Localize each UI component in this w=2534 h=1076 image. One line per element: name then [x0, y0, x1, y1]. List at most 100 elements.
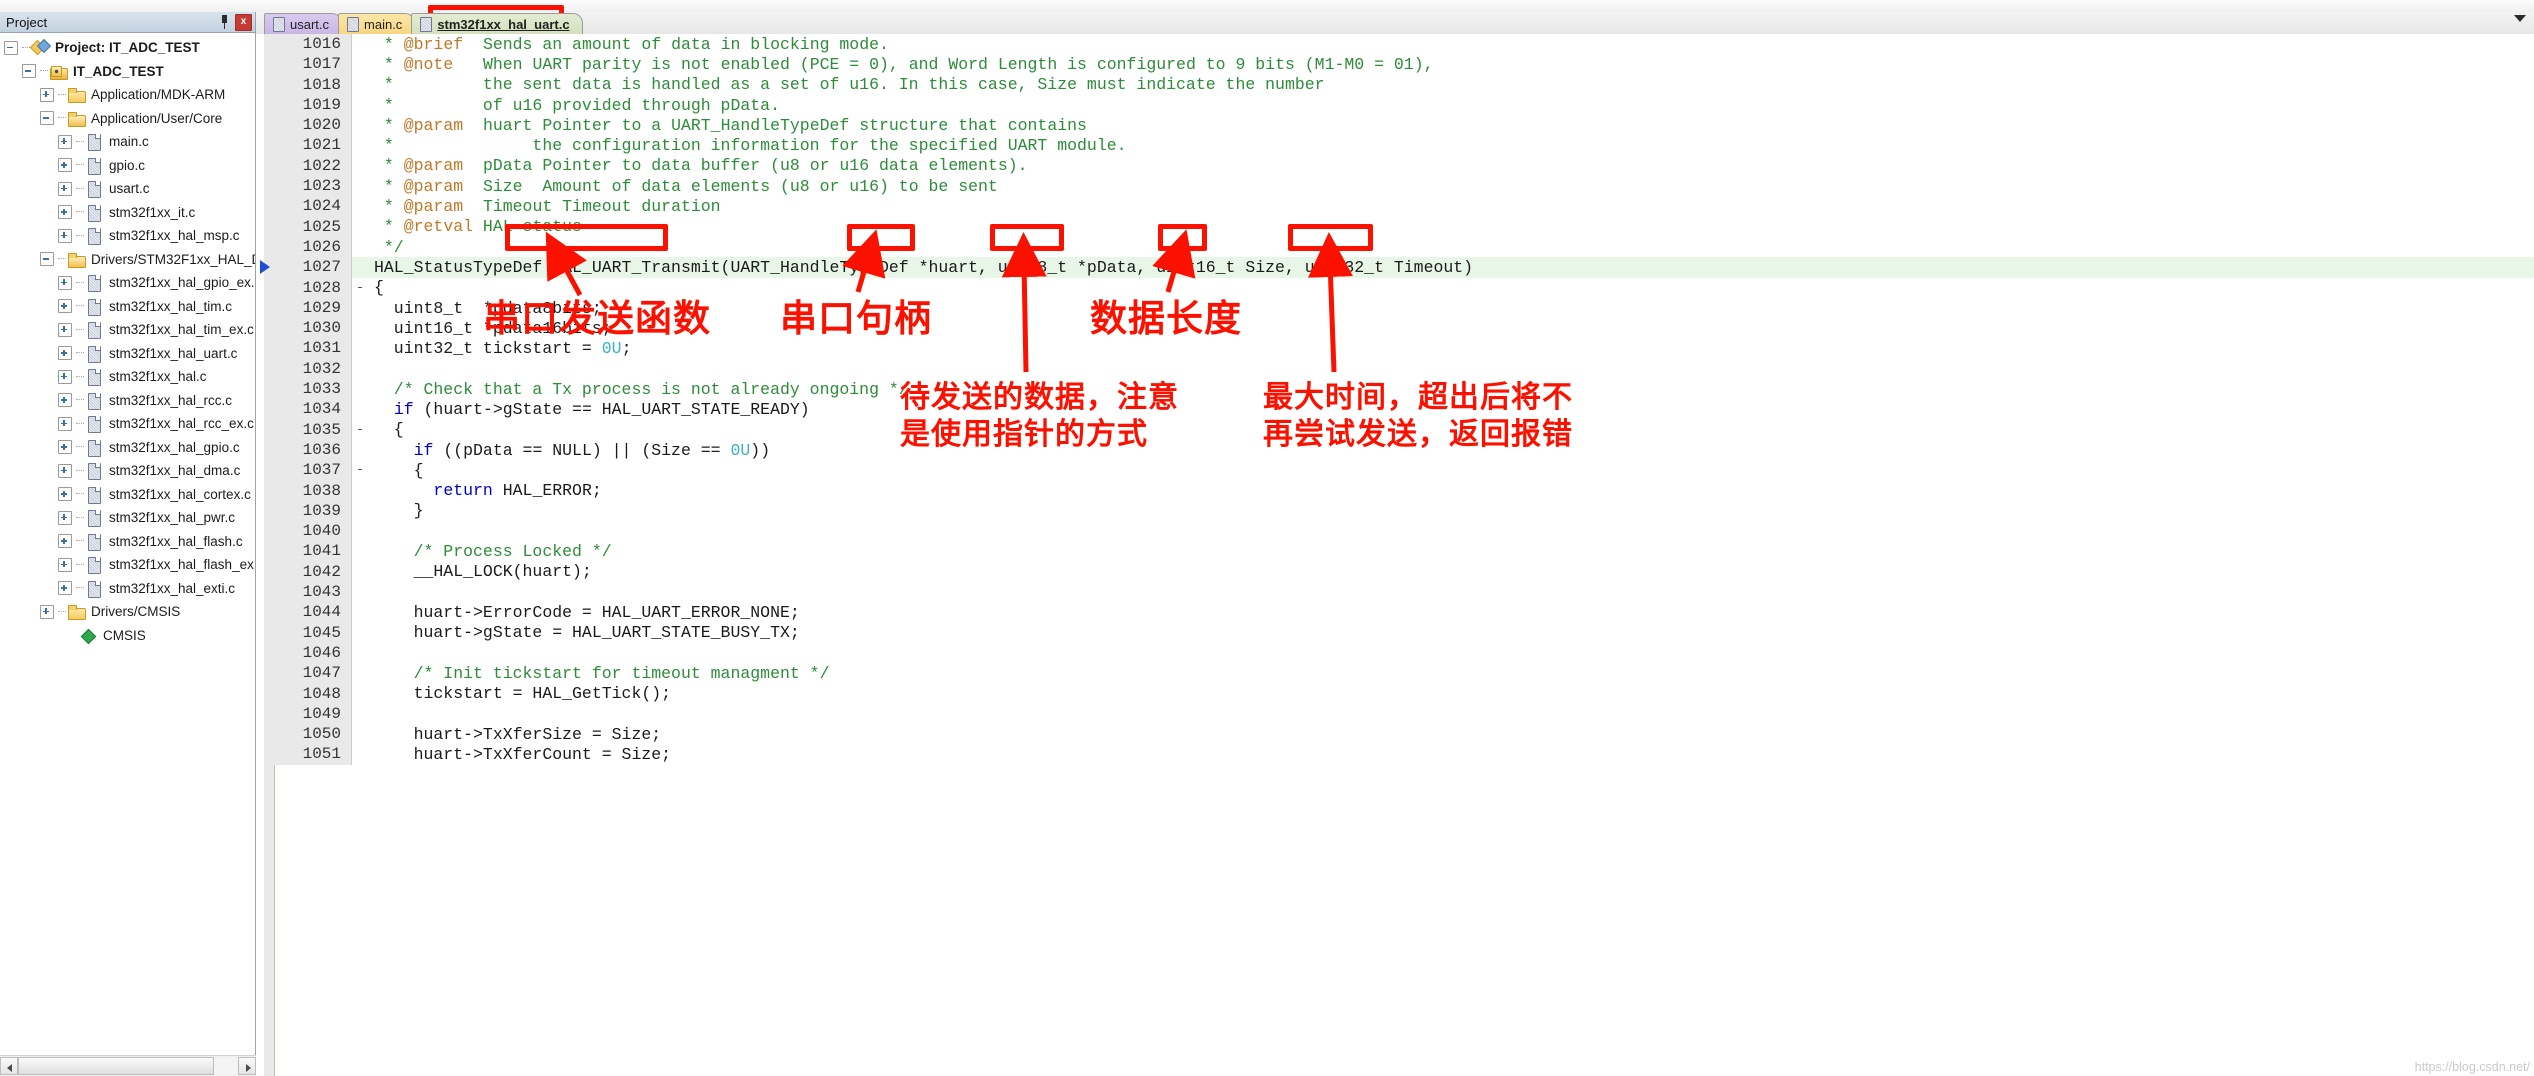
tab-stm32f1xx-hal-uart-c[interactable]: stm32f1xx_hal_uart.c — [411, 13, 583, 34]
fold-toggle-icon[interactable] — [352, 643, 368, 663]
tree-item-stm32f1xx-hal-msp-c[interactable]: stm32f1xx_hal_msp.c — [0, 224, 255, 248]
tree-item-drivers-stm32f1xx-hal-driver[interactable]: Drivers/STM32F1xx_HAL_Driver — [0, 248, 255, 272]
fold-toggle-icon[interactable] — [352, 34, 368, 54]
tree-item-stm32f1xx-hal-uart-c[interactable]: stm32f1xx_hal_uart.c — [0, 342, 255, 366]
fold-toggle-icon[interactable] — [352, 298, 368, 318]
code-line[interactable]: 1020 * @param huart Pointer to a UART_Ha… — [274, 115, 2534, 136]
editor-tabbar[interactable]: usart.c main.c stm32f1xx_hal_uart.c — [256, 12, 2534, 35]
tree-item-stm32f1xx-hal-flash-ex-c[interactable]: stm32f1xx_hal_flash_ex.c — [0, 553, 255, 577]
expand-icon[interactable] — [58, 416, 72, 431]
scroll-left-arrow-icon[interactable] — [0, 1057, 18, 1075]
fold-toggle-icon[interactable] — [352, 501, 368, 521]
fold-toggle-icon[interactable] — [352, 379, 368, 399]
fold-toggle-icon[interactable] — [352, 481, 368, 501]
code-line[interactable]: 1021 * the configuration information for… — [274, 135, 2534, 156]
code-line[interactable]: 1027 HAL_StatusTypeDef HAL_UART_Transmit(… — [274, 257, 2534, 278]
code-line[interactable]: 1019 * of u16 provided through pData. — [274, 94, 2534, 116]
chevron-down-icon[interactable] — [2514, 15, 2526, 22]
expand-icon[interactable] — [58, 393, 72, 408]
code-line[interactable]: 1040 — [274, 521, 2534, 542]
expand-icon[interactable] — [58, 463, 72, 478]
expand-icon[interactable] — [40, 604, 54, 619]
collapse-icon[interactable] — [4, 40, 18, 55]
tree-item-stm32f1xx-hal-pwr-c[interactable]: stm32f1xx_hal_pwr.c — [0, 506, 255, 530]
code-line[interactable]: 1046 — [274, 642, 2534, 664]
code-line[interactable]: 1042 __HAL_LOCK(huart); — [274, 561, 2534, 583]
tree-item-it-adc-test[interactable]: IT_ADC_TEST — [0, 60, 255, 84]
code-line[interactable]: 1030 uint16_t *pdata16bits; — [274, 318, 2534, 339]
code-line[interactable]: 1034 if (huart->gState == HAL_UART_STATE… — [274, 399, 2534, 420]
tree-item-stm32f1xx-hal-gpio-ex-c[interactable]: stm32f1xx_hal_gpio_ex.c — [0, 271, 255, 295]
code-line[interactable]: 1017 * @note When UART parity is not ena… — [274, 54, 2534, 75]
tab-main-c[interactable]: main.c — [338, 13, 416, 34]
fold-toggle-icon[interactable] — [352, 237, 368, 257]
fold-toggle-icon[interactable] — [352, 399, 368, 419]
tree-item-stm32f1xx-hal-rcc-c[interactable]: stm32f1xx_hal_rcc.c — [0, 389, 255, 413]
fold-toggle-icon[interactable] — [352, 521, 368, 541]
tree-item-cmsis[interactable]: CMSIS — [0, 624, 255, 648]
code-line[interactable]: 1026 */ — [274, 236, 2534, 258]
code-line[interactable]: 1049 — [274, 703, 2534, 725]
code-line[interactable]: 1029 uint8_t *pdata8bits; — [274, 297, 2534, 319]
code-line[interactable]: 1036 if ((pData == NULL) || (Size == 0U)… — [274, 439, 2534, 461]
tree-item-stm32f1xx-hal-rcc-ex-c[interactable]: stm32f1xx_hal_rcc_ex.c — [0, 412, 255, 436]
tree-item-stm32f1xx-hal-tim-ex-c[interactable]: stm32f1xx_hal_tim_ex.c — [0, 318, 255, 342]
code-line[interactable]: 1035- { — [274, 419, 2534, 440]
code-line[interactable]: 1048 tickstart = HAL_GetTick(); — [274, 683, 2534, 704]
code-line[interactable]: 1023 * @param Size Amount of data elemen… — [274, 176, 2534, 197]
code-line[interactable]: 1018 * the sent data is handled as a set… — [274, 74, 2534, 95]
hscroll-track[interactable] — [18, 1057, 238, 1075]
expand-icon[interactable] — [58, 275, 72, 290]
fold-toggle-icon[interactable] — [352, 440, 368, 460]
code-line[interactable]: 1031 uint32_t tickstart = 0U; — [274, 338, 2534, 359]
fold-toggle-icon[interactable] — [352, 217, 368, 237]
expand-icon[interactable] — [58, 322, 72, 337]
pin-icon[interactable] — [218, 15, 231, 30]
tree-item-drivers-cmsis[interactable]: Drivers/CMSIS — [0, 600, 255, 624]
tree-item-application-user-core[interactable]: Application/User/Core — [0, 107, 255, 131]
code-line[interactable]: 1039 } — [274, 500, 2534, 522]
fold-toggle-icon[interactable] — [352, 54, 368, 74]
code-line[interactable]: 1024 * @param Timeout Timeout duration — [274, 196, 2534, 217]
hscroll-thumb[interactable] — [18, 1057, 214, 1075]
fold-toggle-icon[interactable]: - — [352, 420, 368, 440]
tree-item-stm32f1xx-hal-dma-c[interactable]: stm32f1xx_hal_dma.c — [0, 459, 255, 483]
fold-toggle-icon[interactable] — [352, 257, 368, 277]
code-lines-container[interactable]: 1016 * @brief Sends an amount of data in… — [260, 34, 2534, 1076]
code-line[interactable]: 1033 /* Check that a Tx process is not a… — [274, 379, 2534, 400]
expand-icon[interactable] — [58, 346, 72, 361]
fold-toggle-icon[interactable] — [352, 338, 368, 358]
expand-icon[interactable] — [58, 228, 72, 243]
code-line[interactable]: 1051 huart->TxXferCount = Size; — [274, 744, 2534, 765]
fold-toggle-icon[interactable] — [352, 562, 368, 582]
fold-toggle-icon[interactable] — [352, 75, 368, 95]
tree-item-main-c[interactable]: main.c — [0, 130, 255, 154]
fold-toggle-icon[interactable] — [352, 135, 368, 155]
code-line[interactable]: 1038 return HAL_ERROR; — [274, 480, 2534, 501]
expand-icon[interactable] — [58, 510, 72, 525]
scroll-right-arrow-icon[interactable] — [238, 1057, 256, 1075]
tree-item-stm32f1xx-it-c[interactable]: stm32f1xx_it.c — [0, 201, 255, 225]
code-line[interactable]: 1028-{ — [274, 277, 2534, 298]
expand-icon[interactable] — [58, 487, 72, 502]
code-line[interactable]: 1044 huart->ErrorCode = HAL_UART_ERROR_N… — [274, 602, 2534, 623]
code-line[interactable]: 1032 — [274, 358, 2534, 380]
tree-item-stm32f1xx-hal-c[interactable]: stm32f1xx_hal.c — [0, 365, 255, 389]
fold-toggle-icon[interactable] — [352, 156, 368, 176]
fold-toggle-icon[interactable] — [352, 623, 368, 643]
collapse-icon[interactable] — [40, 111, 54, 126]
tree-item-stm32f1xx-hal-cortex-c[interactable]: stm32f1xx_hal_cortex.c — [0, 483, 255, 507]
code-line[interactable]: 1047 /* Init tickstart for timeout manag… — [274, 663, 2534, 684]
code-line[interactable]: 1037- { — [274, 460, 2534, 481]
code-line[interactable]: 1025 * @retval HAL status — [274, 216, 2534, 237]
fold-toggle-icon[interactable] — [352, 684, 368, 704]
fold-toggle-icon[interactable]: - — [352, 460, 368, 480]
fold-toggle-icon[interactable] — [352, 196, 368, 216]
expand-icon[interactable] — [58, 534, 72, 549]
expand-icon[interactable] — [58, 158, 72, 173]
expand-icon[interactable] — [40, 87, 54, 102]
project-tree[interactable]: Project: IT_ADC_TEST IT_ADC_TEST Applicati… — [0, 32, 255, 1056]
code-pane[interactable]: 1016 * @brief Sends an amount of data in… — [256, 34, 2534, 1076]
fold-toggle-icon[interactable] — [352, 744, 368, 764]
code-line[interactable]: 1043 — [274, 582, 2534, 603]
